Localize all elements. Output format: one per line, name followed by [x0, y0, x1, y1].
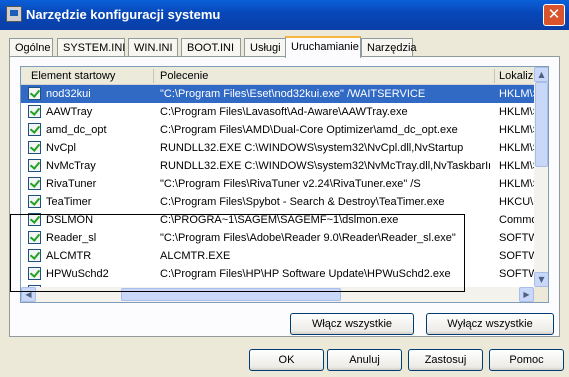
- list-item[interactable]: ALCMTR ALCMTR.EXE SOFTWARE: [21, 247, 534, 265]
- list-item[interactable]: TeaTimer C:\Program Files\Spybot - Search…: [21, 193, 534, 211]
- list-header: Element startowy Polecenie Lokaliz: [21, 67, 534, 85]
- startup-item-command: "C:\Program Files\Adobe\Reader 9.0\Reade…: [160, 232, 456, 244]
- tab-tools[interactable]: Narzędzia: [361, 38, 417, 57]
- enable-checkbox[interactable]: [28, 105, 41, 118]
- scroll-up-button[interactable]: ▲: [534, 67, 548, 82]
- list-item[interactable]: amd_dc_opt C:\Program Files\AMD\Dual-Core…: [21, 121, 534, 139]
- startup-item-name: nod32kui: [46, 88, 91, 100]
- startup-item-command: ALCMTR.EXE: [160, 250, 231, 262]
- startup-item-name: NvMcTray: [46, 160, 96, 172]
- startup-item-name: AAWTray: [46, 106, 93, 118]
- system-config-window: Narzędzie konfiguracji systemu ✕ Ogólne …: [0, 0, 569, 377]
- startup-item-command: C:\Program Files\AMD\Dual-Core Optimizer…: [160, 124, 458, 136]
- startup-item-location: SOFTWARE: [499, 268, 534, 280]
- enable-checkbox[interactable]: [28, 87, 41, 100]
- scroll-down-button[interactable]: ▼: [534, 272, 548, 287]
- startup-item-name: Reader_sl: [46, 232, 97, 244]
- title-bar[interactable]: Narzędzie konfiguracji systemu ✕: [0, 0, 569, 30]
- startup-item-location: HKLM\SOFTWARE: [499, 178, 534, 190]
- startup-item-name: DSLMON: [46, 214, 94, 226]
- list-item[interactable]: RivaTuner "C:\Program Files\RivaTuner v2.…: [21, 175, 534, 193]
- enable-checkbox[interactable]: [28, 249, 41, 262]
- list-item[interactable]: HPWuSchd2 C:\Program Files\HP\HP Software…: [21, 265, 534, 283]
- disable-all-button[interactable]: Wyłącz wszystkie: [426, 313, 554, 335]
- scrollbar-corner: [534, 287, 548, 302]
- startup-item-location: HKLM\SOFTWARE: [499, 142, 534, 154]
- startup-item-location: Common Startup: [499, 214, 534, 226]
- tab-services[interactable]: Usługi: [244, 38, 286, 57]
- tab-general[interactable]: Ogólne: [9, 38, 53, 57]
- help-button[interactable]: Pomoc: [489, 349, 564, 371]
- list-item[interactable]: NvCpl RUNDLL32.EXE C:\WINDOWS\system32\Nv…: [21, 139, 534, 157]
- list-item[interactable]: AAWTray C:\Program Files\Lavasoft\Ad-Awar…: [21, 103, 534, 121]
- startup-item-name: TeaTimer: [46, 196, 92, 208]
- startup-item-command: RUNDLL32.EXE C:\WINDOWS\system32\NvCpl.d…: [160, 142, 464, 154]
- startup-item-command: "C:\Program Files\Eset\nod32kui.exe" /WA…: [160, 88, 426, 100]
- tab-win-ini[interactable]: WIN.INI: [128, 38, 178, 57]
- startup-item-location: SOFTWARE: [499, 232, 534, 244]
- startup-item-name: amd_dc_opt: [46, 124, 107, 136]
- column-header-command[interactable]: Polecenie: [160, 70, 208, 82]
- startup-item-command: C:\PROGRA~1\SAGEM\SAGEMF~1\dslmon.exe: [160, 214, 399, 226]
- enable-checkbox[interactable]: [28, 231, 41, 244]
- column-divider[interactable]: [153, 69, 154, 83]
- startup-item-location: HKLM\SOFTWARE: [499, 88, 534, 100]
- enable-all-button[interactable]: Włącz wszystkie: [290, 313, 414, 335]
- app-icon: [6, 6, 22, 22]
- list-item[interactable]: DSLMON C:\PROGRA~1\SAGEM\SAGEMF~1\dslmon.…: [21, 211, 534, 229]
- startup-item-name: ALCMTR: [46, 250, 92, 262]
- startup-item-command: RUNDLL32.EXE C:\WINDOWS\system32\NvMcTra…: [160, 160, 490, 172]
- cancel-button[interactable]: Anuluj: [327, 349, 402, 371]
- startup-item-command: C:\Program Files\Spybot - Search & Destr…: [160, 196, 445, 208]
- tab-boot-ini[interactable]: BOOT.INI: [181, 38, 241, 57]
- scroll-left-button[interactable]: ◀: [21, 287, 36, 302]
- column-header-location[interactable]: Lokaliz: [499, 70, 533, 82]
- window-title: Narzędzie konfiguracji systemu: [26, 7, 221, 22]
- list-item[interactable]: NvMcTray RUNDLL32.EXE C:\WINDOWS\system32…: [21, 157, 534, 175]
- vertical-scrollbar[interactable]: ▲ ▼: [534, 67, 548, 287]
- startup-item-location: HKLM\SOFTWARE: [499, 106, 534, 118]
- startup-item-command: C:\Program Files\Lavasoft\Ad-Aware\AAWTr…: [160, 106, 408, 118]
- enable-checkbox[interactable]: [28, 123, 41, 136]
- enable-checkbox[interactable]: [28, 141, 41, 154]
- startup-item-location: SOFTWARE: [499, 250, 534, 262]
- list-item[interactable]: nod32kui "C:\Program Files\Eset\nod32kui.…: [21, 85, 534, 103]
- startup-item-command: "C:\Program Files\RivaTuner v2.24\RivaTu…: [160, 178, 421, 190]
- vertical-scroll-thumb[interactable]: [535, 82, 548, 167]
- scroll-right-button[interactable]: ▶: [519, 287, 534, 302]
- ok-button[interactable]: OK: [249, 349, 324, 371]
- horizontal-scroll-thumb[interactable]: [121, 288, 341, 301]
- tab-system-ini[interactable]: SYSTEM.INI: [57, 38, 125, 57]
- list-item[interactable]: Reader_sl "C:\Program Files\Adobe\Reader …: [21, 229, 534, 247]
- close-button[interactable]: ✕: [543, 4, 565, 26]
- enable-checkbox[interactable]: [28, 195, 41, 208]
- enable-checkbox[interactable]: [28, 213, 41, 226]
- tab-startup[interactable]: Uruchamianie: [285, 36, 361, 58]
- horizontal-scrollbar[interactable]: ◀ ▶: [21, 287, 534, 302]
- enable-checkbox[interactable]: [28, 267, 41, 280]
- startup-item-location: HKLM\SOFTWARE: [499, 160, 534, 172]
- startup-list[interactable]: Element startowy Polecenie Lokaliz nod32…: [20, 66, 549, 303]
- enable-checkbox[interactable]: [28, 159, 41, 172]
- startup-item-name: NvCpl: [46, 142, 76, 154]
- startup-item-location: HKLM\SOFTWARE: [499, 124, 534, 136]
- startup-item-name: RivaTuner: [46, 178, 97, 190]
- enable-checkbox[interactable]: [28, 177, 41, 190]
- startup-item-name: HPWuSchd2: [46, 268, 109, 280]
- startup-panel: Element startowy Polecenie Lokaliz nod32…: [9, 56, 560, 337]
- column-divider[interactable]: [494, 69, 495, 83]
- startup-item-location: HKCU\SOFTWARE: [499, 196, 534, 208]
- apply-button[interactable]: Zastosuj: [408, 349, 483, 371]
- startup-item-command: C:\Program Files\HP\HP Software Update\H…: [160, 268, 451, 280]
- column-header-startup-item[interactable]: Element startowy: [31, 70, 115, 82]
